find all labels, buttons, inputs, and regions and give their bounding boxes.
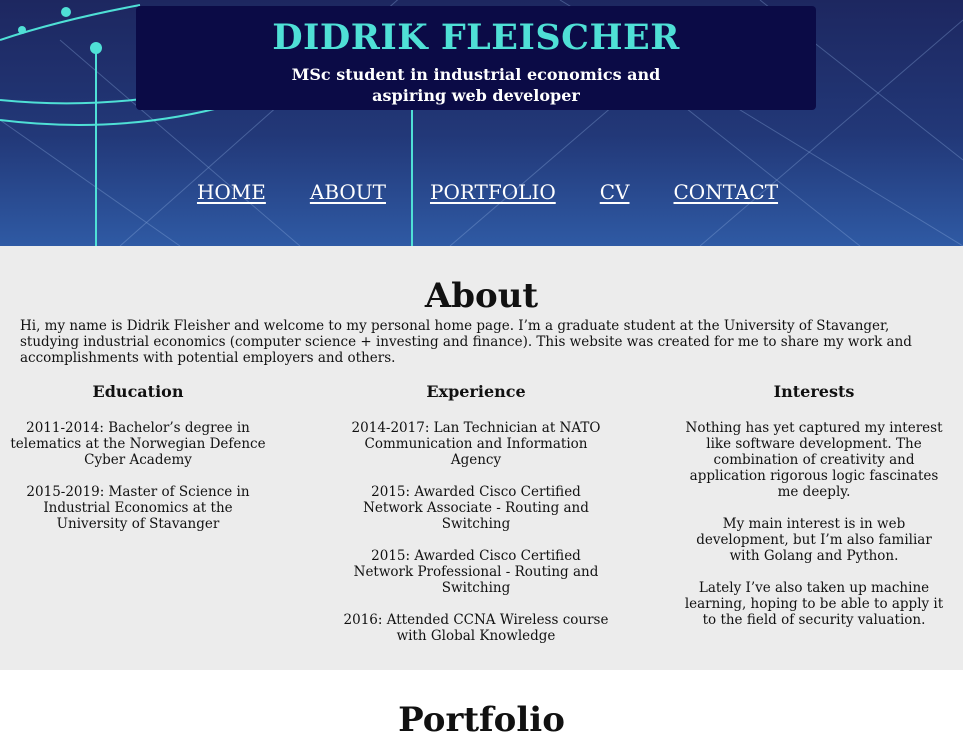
education-item: 2015-2019: Master of Science in Industri…: [26, 484, 250, 532]
interests-item: Lately I’ve also taken up machine learni…: [684, 580, 944, 628]
experience-item: 2015: Awarded Cisco Certified Network Pr…: [353, 548, 599, 596]
about-section: About Hi, my name is Didrik Fleisher and…: [0, 246, 963, 670]
main-nav: HOME ABOUT PORTFOLIO CV CONTACT: [0, 180, 963, 204]
interests-column: Interests Nothing has yet captured my in…: [684, 382, 944, 644]
about-heading: About: [424, 276, 539, 316]
experience-item: 2014-2017: Lan Technician at NATO Commun…: [351, 420, 601, 468]
education-heading: Education: [92, 382, 184, 401]
interests-item: My main interest is in web development, …: [696, 516, 932, 564]
experience-item: 2016: Attended CCNA Wireless course with…: [343, 612, 609, 644]
site-title: DIDRIK FLEISCHER: [272, 17, 680, 58]
title-box: DIDRIK FLEISCHER MSc student in industri…: [136, 6, 816, 110]
nav-link-home[interactable]: HOME: [197, 180, 266, 204]
education-item: 2011-2014: Bachelor’s degree in telemati…: [10, 420, 266, 468]
interests-item: Nothing has yet captured my interest lik…: [685, 420, 943, 500]
hero-header: DIDRIK FLEISCHER MSc student in industri…: [0, 0, 963, 246]
site-tagline: MSc student in industrial economics and …: [291, 65, 661, 105]
nav-link-cv[interactable]: CV: [600, 180, 630, 204]
experience-column: Experience 2014-2017: Lan Technician at …: [340, 382, 612, 660]
nav-link-about[interactable]: ABOUT: [310, 180, 386, 204]
experience-item: 2015: Awarded Cisco Certified Network As…: [363, 484, 589, 532]
nav-link-portfolio[interactable]: PORTFOLIO: [430, 180, 556, 204]
portfolio-heading: Portfolio: [398, 700, 565, 740]
experience-heading: Experience: [426, 382, 526, 401]
about-intro: Hi, my name is Didrik Fleisher and welco…: [20, 318, 912, 366]
interests-heading: Interests: [773, 382, 855, 401]
nav-link-contact[interactable]: CONTACT: [674, 180, 779, 204]
education-column: Education 2011-2014: Bachelor’s degree i…: [6, 382, 270, 548]
